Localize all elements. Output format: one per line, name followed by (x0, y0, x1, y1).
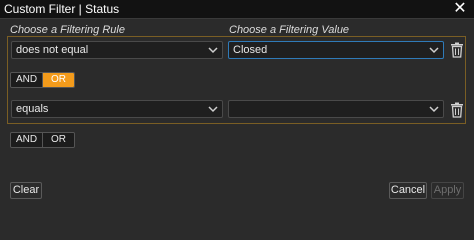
dialog-title: Custom Filter | Status (4, 2, 120, 16)
rule-column-label: Choose a Filtering Rule (10, 24, 125, 36)
close-icon[interactable]: ✕ (452, 1, 468, 17)
title-bar: Custom Filter | Status ✕ (0, 0, 474, 19)
outer-operator-toggle: AND OR (10, 132, 75, 148)
outer-and-button[interactable]: AND (11, 133, 42, 147)
clear-button[interactable]: Clear (10, 182, 42, 199)
chevron-down-icon (429, 106, 439, 113)
value-select-1[interactable]: Closed (228, 41, 444, 59)
rule-select-1-value: does not equal (16, 44, 89, 56)
group-operator-toggle: AND OR (10, 72, 75, 88)
value-select-1-value: Closed (233, 44, 268, 56)
trash-icon[interactable] (450, 42, 464, 58)
group-and-button[interactable]: AND (11, 73, 42, 87)
value-column-label: Choose a Filtering Value (229, 24, 350, 36)
rule-select-1[interactable]: does not equal (11, 41, 223, 59)
cancel-button[interactable]: Cancel (389, 182, 427, 199)
trash-icon[interactable] (450, 102, 464, 118)
apply-button[interactable]: Apply (431, 182, 464, 199)
chevron-down-icon (429, 47, 439, 54)
custom-filter-dialog: Custom Filter | Status ✕ Choose a Filter… (0, 0, 474, 207)
chevron-down-icon (208, 106, 218, 113)
value-select-2[interactable] (228, 100, 444, 118)
chevron-down-icon (208, 47, 218, 54)
rule-select-2-value: equals (16, 103, 49, 115)
outer-or-button[interactable]: OR (42, 133, 74, 147)
group-or-button[interactable]: OR (42, 73, 74, 87)
rule-select-2[interactable]: equals (11, 100, 223, 118)
